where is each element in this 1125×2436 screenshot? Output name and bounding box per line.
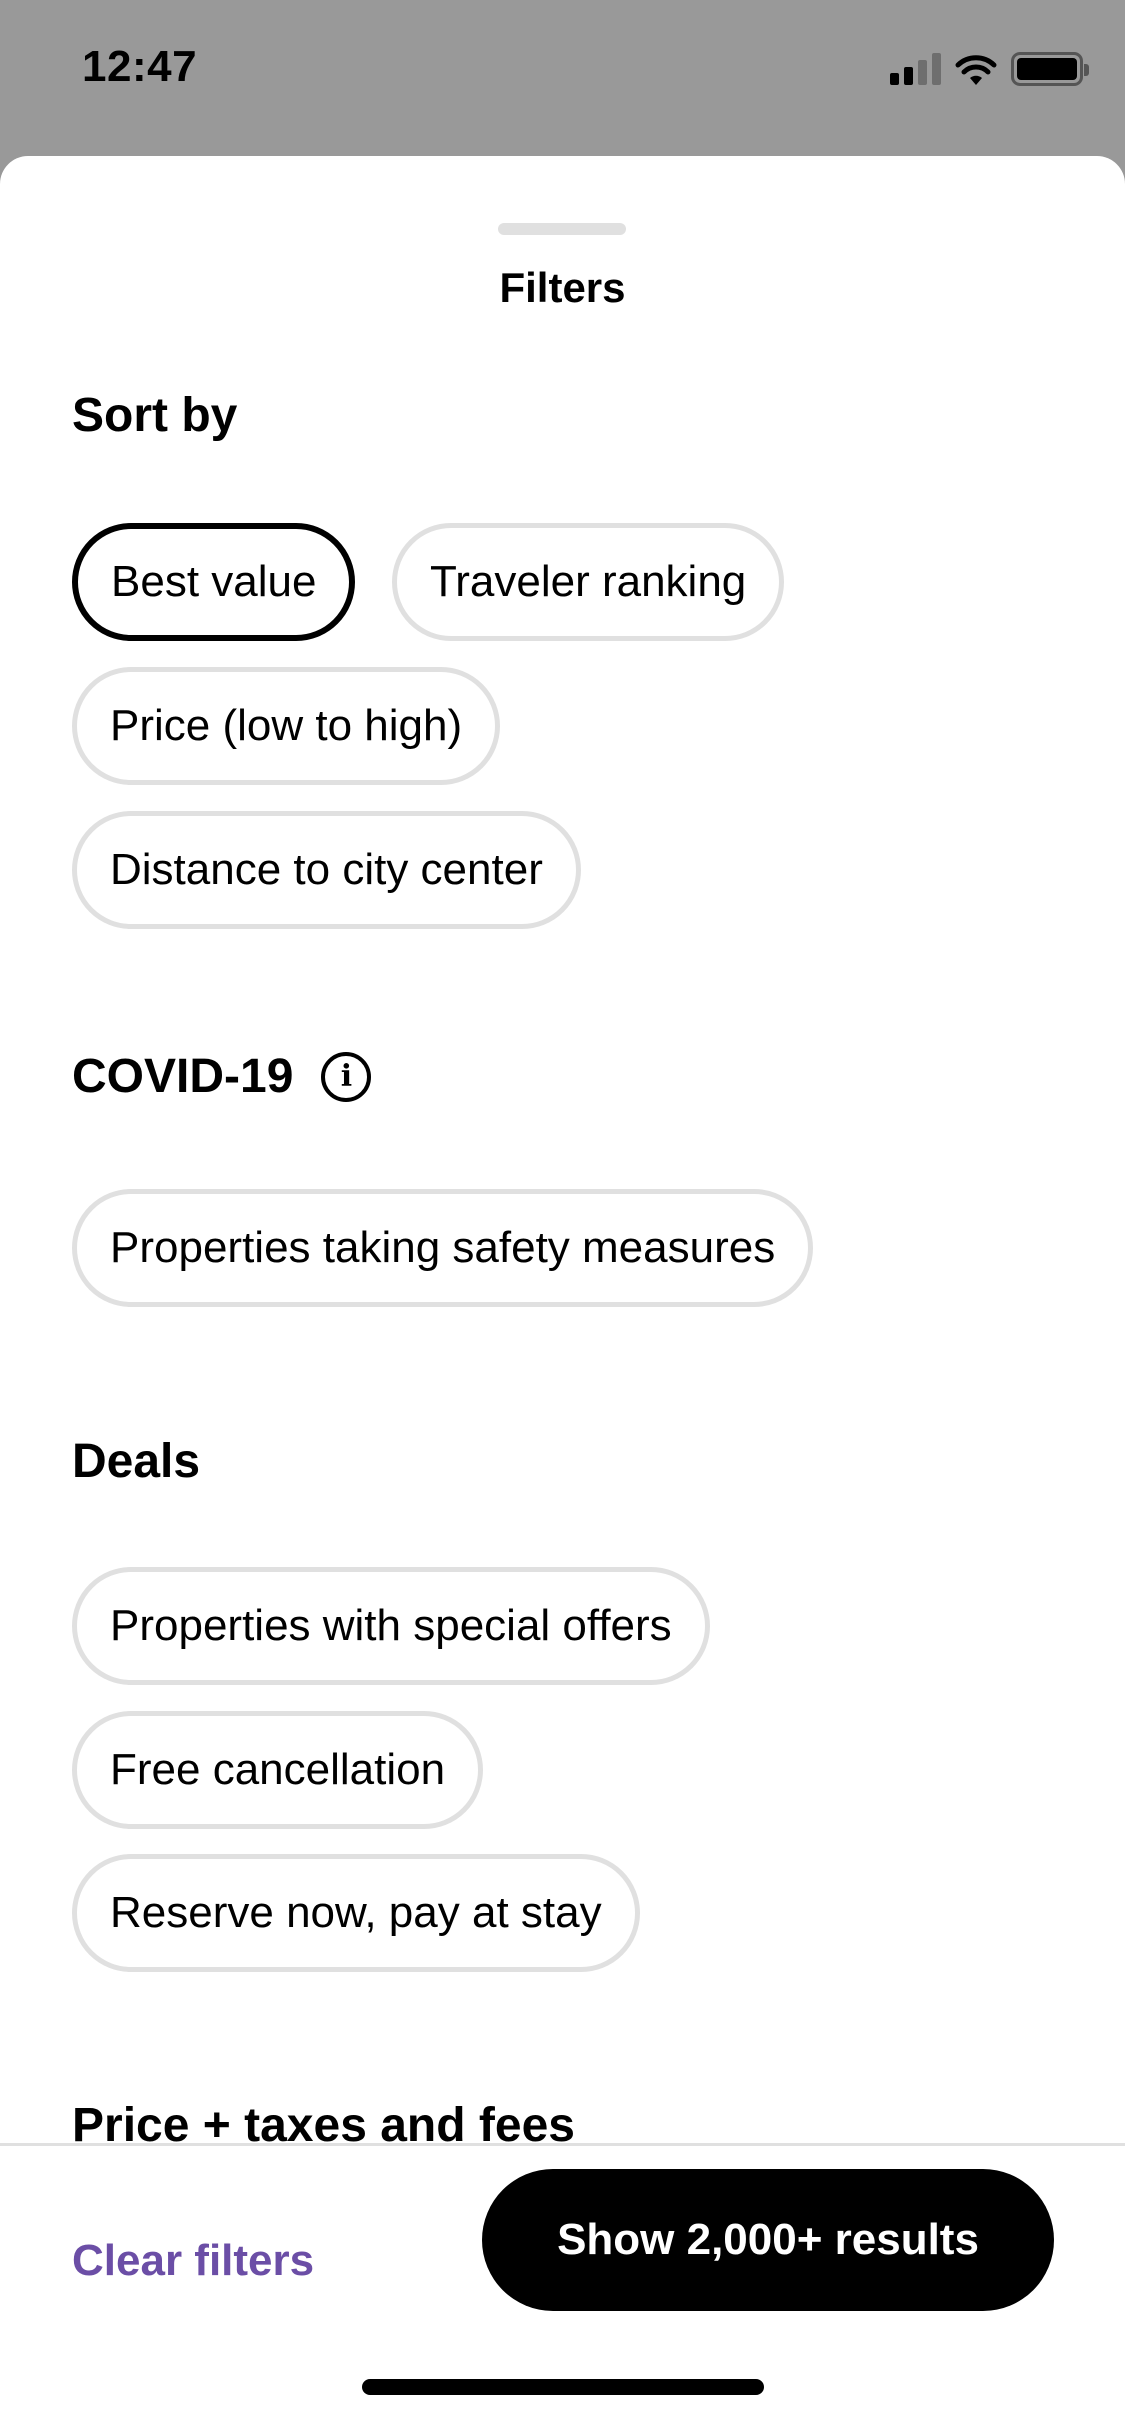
chip-free-cancellation[interactable]: Free cancellation: [72, 1711, 484, 1829]
clear-filters-button[interactable]: Clear filters: [72, 2236, 314, 2286]
chip-label: Traveler ranking: [430, 557, 747, 606]
info-icon[interactable]: i: [321, 1051, 372, 1102]
chip-label: Free cancellation: [110, 1745, 446, 1794]
cellular-signal-icon: [890, 53, 941, 85]
chip-best-value[interactable]: Best value: [72, 523, 356, 641]
status-time: 12:47: [82, 42, 198, 91]
chip-label: Reserve now, pay at stay: [110, 1888, 602, 1937]
chip-price-low-to-high[interactable]: Price (low to high): [72, 667, 501, 785]
chip-label: Price (low to high): [110, 701, 463, 750]
sheet-grabber-handle[interactable]: [498, 223, 626, 235]
section-title-covid: COVID-19 i: [72, 1049, 372, 1104]
chip-reserve-now-pay-at-stay[interactable]: Reserve now, pay at stay: [72, 1854, 640, 1972]
wifi-icon: [955, 55, 997, 85]
filters-footer: Clear filters Show 2,000+ results: [0, 2143, 1125, 2436]
status-bar: 12:47: [0, 0, 1125, 150]
filters-sheet: Filters Sort by Best value Traveler rank…: [0, 156, 1125, 2436]
chip-label: Properties with special offers: [110, 1601, 672, 1650]
chip-traveler-ranking[interactable]: Traveler ranking: [392, 523, 785, 641]
sheet-title: Filters: [499, 264, 626, 311]
show-results-button[interactable]: Show 2,000+ results: [482, 2169, 1054, 2311]
chip-distance-to-city-center[interactable]: Distance to city center: [72, 811, 581, 929]
battery-icon: [1011, 52, 1089, 86]
status-icons: [890, 52, 1089, 86]
section-title-deals: Deals: [72, 1434, 200, 1489]
section-title-text: COVID-19: [72, 1050, 294, 1103]
chip-label: Distance to city center: [110, 845, 543, 894]
chip-label: Properties taking safety measures: [110, 1223, 776, 1272]
home-indicator: [362, 2379, 764, 2395]
chip-properties-with-special-offers[interactable]: Properties with special offers: [72, 1567, 710, 1685]
section-title-sort-by: Sort by: [72, 388, 237, 443]
chip-label: Best value: [111, 557, 317, 606]
section-title-text: Deals: [72, 1435, 201, 1488]
chip-properties-taking-safety-measures[interactable]: Properties taking safety measures: [72, 1189, 814, 1307]
section-title-text: Sort by: [72, 389, 238, 442]
